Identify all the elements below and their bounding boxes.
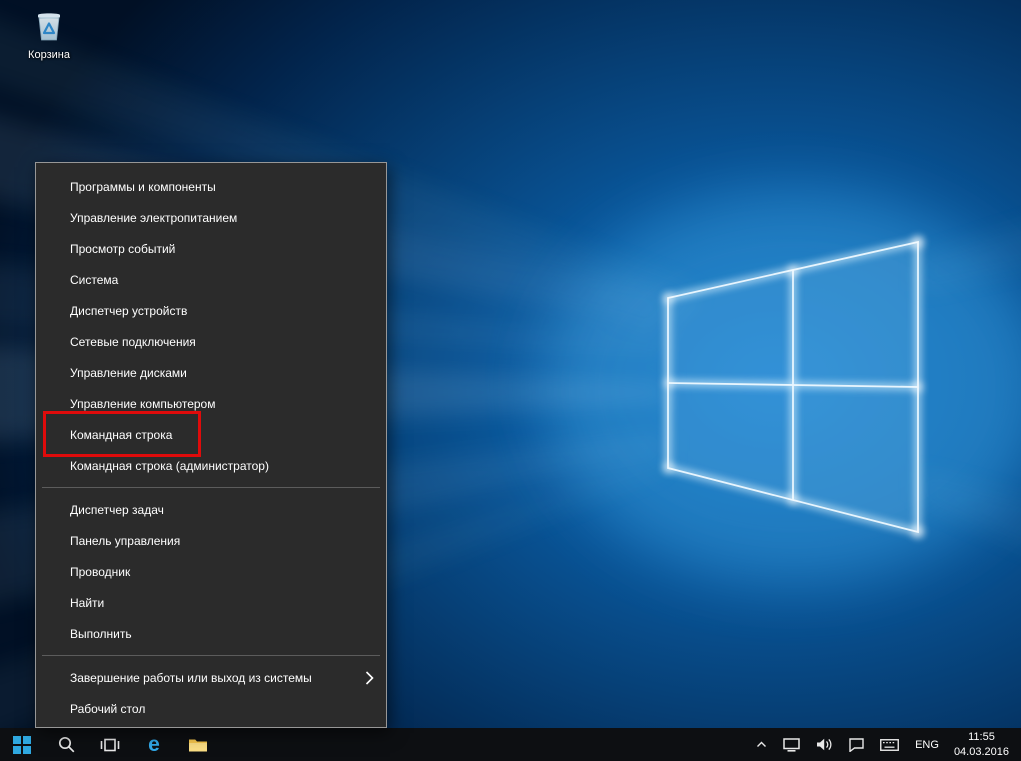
chevron-up-icon	[756, 741, 767, 748]
submenu-chevron-icon	[365, 671, 374, 685]
system-tray: ENG 11:55 04.03.2016	[751, 728, 1021, 761]
clock-date: 04.03.2016	[954, 745, 1009, 759]
edge-icon: e	[148, 734, 160, 755]
action-center-icon	[849, 738, 864, 752]
winx-menu: Программы и компоненты Управление электр…	[35, 162, 387, 728]
recycle-bin[interactable]: Корзина	[10, 6, 88, 61]
menu-item-device-manager[interactable]: Диспетчер устройств	[36, 295, 386, 326]
menu-item-file-explorer[interactable]: Проводник	[36, 556, 386, 587]
menu-item-control-panel[interactable]: Панель управления	[36, 525, 386, 556]
network-status-button[interactable]	[778, 728, 805, 761]
clock-time: 11:55	[954, 730, 1009, 744]
menu-item-label: Командная строка	[70, 428, 172, 442]
menu-item-label: Управление компьютером	[70, 397, 215, 411]
task-view-button[interactable]	[88, 728, 132, 761]
menu-item-label: Завершение работы или выход из системы	[70, 671, 312, 685]
windows-start-icon	[13, 736, 31, 754]
menu-item-label: Командная строка (администратор)	[70, 459, 269, 473]
menu-item-search[interactable]: Найти	[36, 587, 386, 618]
file-explorer-button[interactable]	[176, 728, 220, 761]
search-button[interactable]	[44, 728, 88, 761]
speaker-icon	[816, 738, 833, 751]
menu-item-event-viewer[interactable]: Просмотр событий	[36, 233, 386, 264]
menu-item-desktop[interactable]: Рабочий стол	[36, 693, 386, 724]
start-button[interactable]	[0, 728, 44, 761]
keyboard-icon	[880, 739, 899, 751]
menu-separator	[42, 487, 380, 488]
menu-item-network-connections[interactable]: Сетевые подключения	[36, 326, 386, 357]
edge-browser-button[interactable]: e	[132, 728, 176, 761]
menu-item-programs-features[interactable]: Программы и компоненты	[36, 171, 386, 202]
menu-item-label: Управление дисками	[70, 366, 187, 380]
menu-item-label: Выполнить	[70, 627, 132, 641]
menu-item-command-prompt-admin[interactable]: Командная строка (администратор)	[36, 450, 386, 481]
menu-item-task-manager[interactable]: Диспетчер задач	[36, 494, 386, 525]
menu-item-label: Проводник	[70, 565, 130, 579]
menu-item-label: Рабочий стол	[70, 702, 145, 716]
search-icon	[58, 736, 75, 753]
network-icon	[783, 738, 800, 752]
desktop: Корзина Программы и компоненты Управлени…	[0, 0, 1021, 761]
action-center-button[interactable]	[844, 728, 869, 761]
menu-item-label: Просмотр событий	[70, 242, 175, 256]
menu-item-label: Диспетчер устройств	[70, 304, 187, 318]
menu-item-label: Сетевые подключения	[70, 335, 196, 349]
menu-item-power-options[interactable]: Управление электропитанием	[36, 202, 386, 233]
language-indicator[interactable]: ENG	[910, 739, 944, 751]
menu-item-label: Панель управления	[70, 534, 180, 548]
recycle-bin-icon	[29, 6, 69, 48]
menu-item-label: Система	[70, 273, 118, 287]
volume-button[interactable]	[811, 728, 838, 761]
menu-separator	[42, 655, 380, 656]
menu-item-label: Диспетчер задач	[70, 503, 164, 517]
menu-item-computer-management[interactable]: Управление компьютером	[36, 388, 386, 419]
touch-keyboard-button[interactable]	[875, 728, 904, 761]
menu-item-system[interactable]: Система	[36, 264, 386, 295]
task-view-icon	[100, 738, 120, 752]
menu-item-disk-management[interactable]: Управление дисками	[36, 357, 386, 388]
taskbar: e	[0, 728, 1021, 761]
menu-item-command-prompt[interactable]: Командная строка	[36, 419, 386, 450]
menu-item-label: Найти	[70, 596, 104, 610]
taskbar-clock[interactable]: 11:55 04.03.2016	[950, 730, 1017, 759]
menu-item-label: Управление электропитанием	[70, 211, 237, 225]
menu-item-label: Программы и компоненты	[70, 180, 216, 194]
recycle-bin-label: Корзина	[28, 49, 70, 61]
file-explorer-icon	[188, 737, 208, 753]
menu-item-shutdown[interactable]: Завершение работы или выход из системы	[36, 662, 386, 693]
tray-expand-button[interactable]	[751, 728, 772, 761]
menu-item-run[interactable]: Выполнить	[36, 618, 386, 649]
